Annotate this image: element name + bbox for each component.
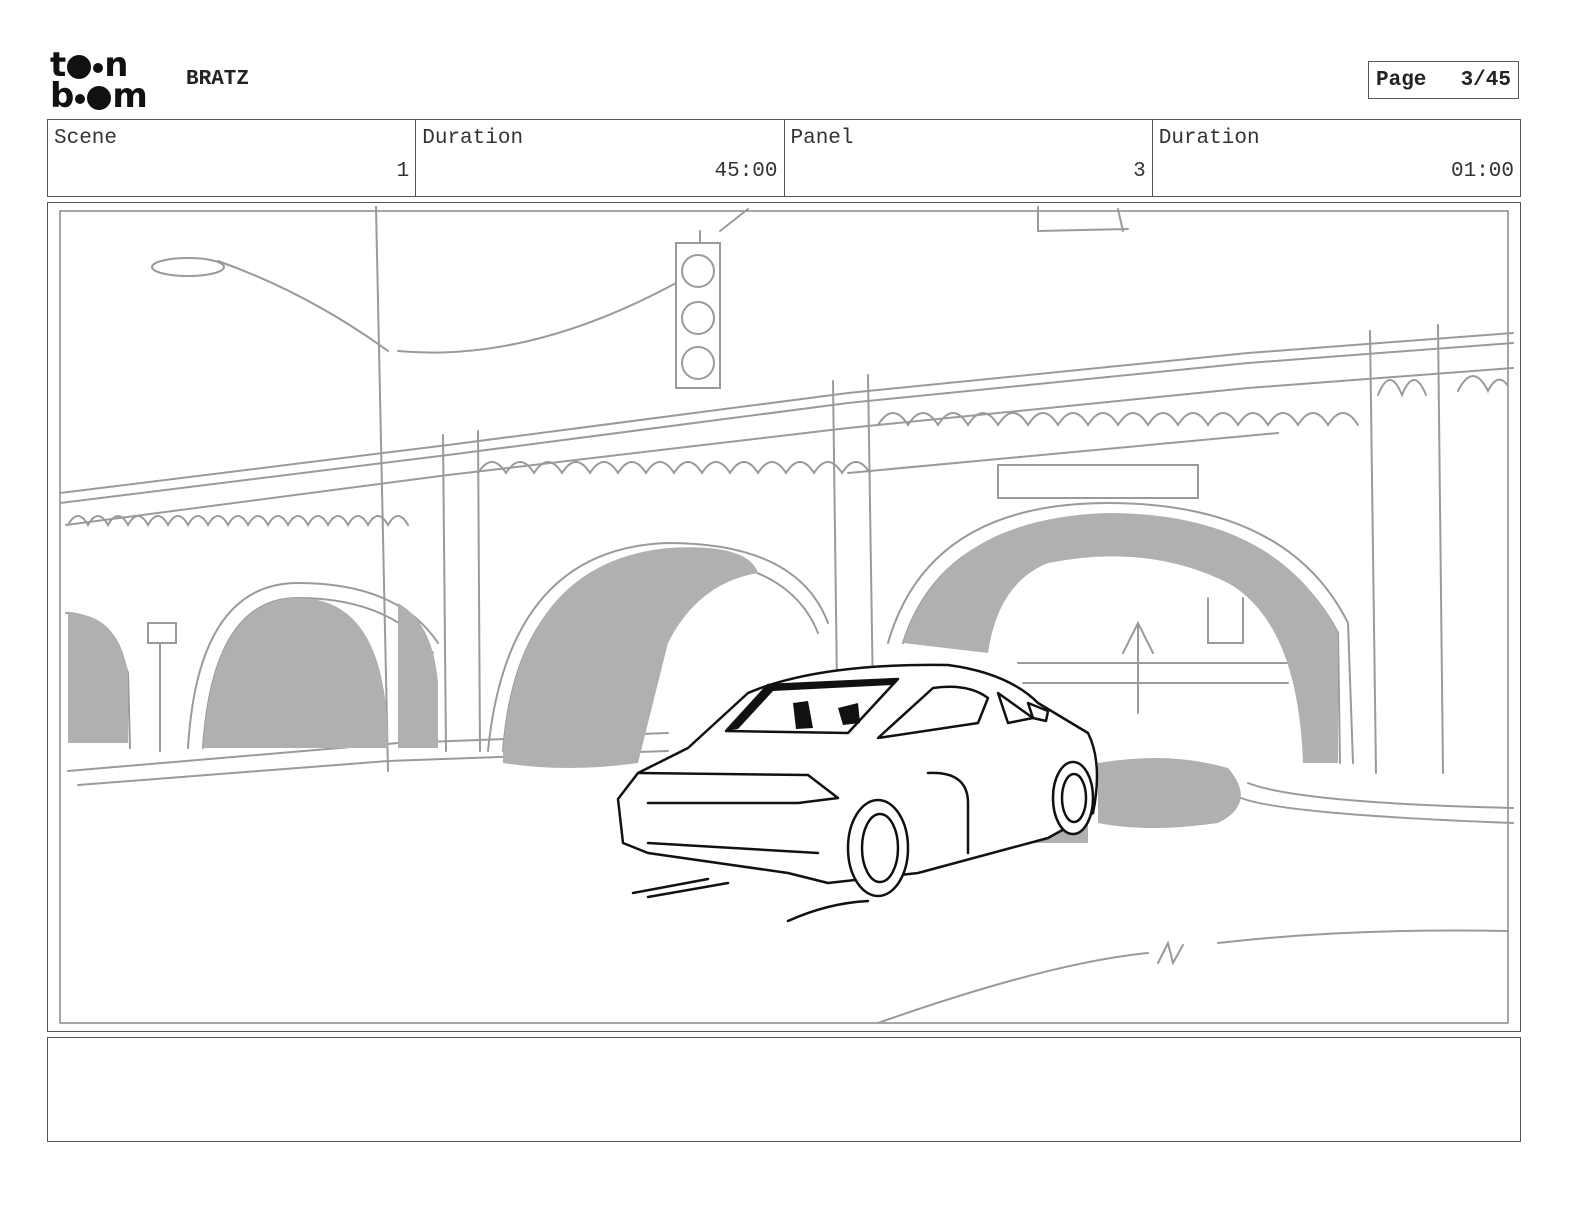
project-title: BRATZ xyxy=(186,68,250,91)
page-value: 3/45 xyxy=(1460,68,1511,92)
panel-notes xyxy=(47,1037,1521,1142)
page-label: Page xyxy=(1376,68,1427,92)
panel-duration-cell: Duration 01:00 xyxy=(1153,120,1520,196)
scene-duration-value: 45:00 xyxy=(714,160,778,183)
panel-duration-label: Duration xyxy=(1158,127,1260,150)
scene-cell: Scene 1 xyxy=(48,120,417,196)
scene-duration-cell: Duration 45:00 xyxy=(416,120,785,196)
panel-cell: Panel 3 xyxy=(785,120,1153,196)
panel-duration-value: 01:00 xyxy=(1450,160,1514,183)
panel-value: 3 xyxy=(1133,160,1146,183)
page-indicator: Page 3/45 xyxy=(1368,61,1519,99)
scene-value: 1 xyxy=(396,160,410,183)
toon-boom-logo: t n b m xyxy=(50,45,148,116)
storyboard-panel xyxy=(47,202,1521,1032)
panel-sketch xyxy=(59,206,1514,1024)
notes-text xyxy=(48,1038,1520,1054)
scene-duration-label: Duration xyxy=(422,127,524,150)
scene-label: Scene xyxy=(54,127,118,150)
scene-info-bar: Scene 1 Duration 45:00 Panel 3 Duration … xyxy=(47,119,1521,197)
panel-label: Panel xyxy=(790,127,854,150)
